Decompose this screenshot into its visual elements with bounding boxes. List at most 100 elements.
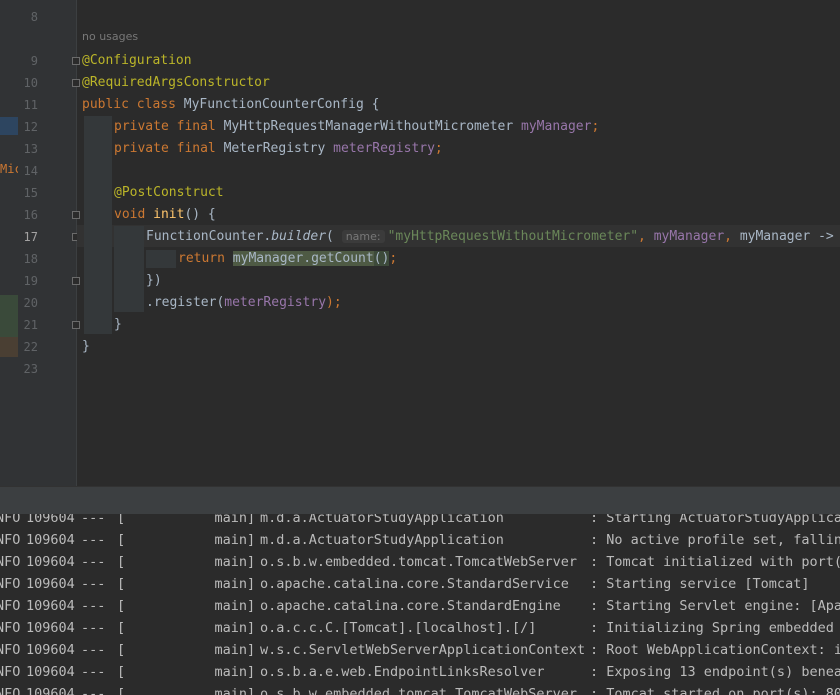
- line-number: 11: [23, 98, 38, 112]
- code-line-20[interactable]: .register(meterRegistry);: [146, 292, 342, 314]
- log-pid: 109604: [26, 664, 75, 680]
- log-thread: [ main]: [117, 532, 256, 548]
- log-level: NFO: [0, 576, 21, 592]
- log-message: : Initializing Spring embedded W: [590, 620, 840, 636]
- line-number: 16: [23, 208, 38, 222]
- annotation-token: @Configuration: [82, 53, 192, 68]
- log-thread: [ main]: [117, 664, 256, 680]
- field-token: meterRegistry: [224, 295, 327, 310]
- line-number: 9: [30, 54, 38, 68]
- log-separator: ---: [81, 598, 106, 614]
- log-level: NFO: [0, 554, 21, 570]
- fold-toggle-icon[interactable]: [72, 321, 80, 329]
- strip-change-marker: [0, 295, 18, 337]
- arrow-token: ->: [818, 229, 834, 244]
- log-thread: [ main]: [117, 642, 256, 658]
- log-message: : Starting Servlet engine: [Apac: [590, 598, 840, 614]
- line-number: 19: [23, 274, 38, 288]
- string-token: "myHttpRequestWithoutMicrometer": [387, 229, 639, 244]
- log-message: : Tomcat initialized with port(s: [590, 554, 840, 570]
- log-separator: ---: [81, 514, 106, 526]
- fold-toggle-icon[interactable]: [72, 277, 80, 285]
- code-line-22[interactable]: }: [82, 336, 90, 358]
- log-message: : Tomcat started on port(s): 80: [590, 686, 840, 695]
- log-thread: [ main]: [117, 576, 256, 592]
- method-name-token: init: [153, 207, 185, 222]
- log-level: NFO: [0, 532, 21, 548]
- keyword-token: private: [114, 141, 169, 156]
- line-number: 23: [23, 362, 38, 376]
- type-token: MeterRegistry: [223, 141, 326, 156]
- line-number: 8: [30, 10, 38, 24]
- code-line-12[interactable]: private final MyHttpRequestManagerWithou…: [114, 116, 599, 138]
- annotation-token: @PostConstruct: [114, 185, 224, 200]
- log-logger: o.apache.catalina.core.StandardEngine: [260, 598, 561, 614]
- log-level: NFO: [0, 598, 21, 614]
- code-line-10[interactable]: @RequiredArgsConstructor: [82, 72, 270, 94]
- log-separator: ---: [81, 686, 106, 695]
- tool-window-divider[interactable]: [0, 486, 840, 516]
- code-line-13[interactable]: private final MeterRegistry meterRegistr…: [114, 138, 443, 160]
- strip-change-marker: [0, 337, 18, 357]
- line-number: 14: [23, 164, 38, 178]
- brace-token: }): [146, 273, 162, 288]
- usages-hint[interactable]: no usages: [82, 30, 138, 43]
- log-pid: 109604: [26, 642, 75, 658]
- code-line-11[interactable]: public class MyFunctionCounterConfig {: [82, 94, 379, 116]
- log-thread: [ main]: [117, 554, 256, 570]
- comma-token: ,: [724, 229, 732, 244]
- keyword-token: public: [82, 97, 129, 112]
- log-pid: 109604: [26, 514, 75, 526]
- highlighted-expression: myManager.getCount: [232, 251, 374, 266]
- log-thread: [ main]: [117, 514, 256, 526]
- brace-token: }: [82, 339, 90, 354]
- run-console[interactable]: NFO 109604 ---[ main] m.d.a.ActuatorStudyAp…: [0, 514, 840, 695]
- log-separator: ---: [81, 576, 106, 592]
- keyword-token: private: [114, 119, 169, 134]
- code-line-17[interactable]: FunctionCounter.builder( name: "myHttpReq…: [146, 226, 834, 248]
- punctuation-token: () {: [184, 207, 216, 222]
- log-logger: o.s.b.w.embedded.tomcat.TomcatWebServer: [260, 686, 577, 695]
- line-number: 10: [23, 76, 38, 90]
- log-pid: 109604: [26, 686, 75, 695]
- code-line-15[interactable]: @PostConstruct: [114, 182, 224, 204]
- log-logger: m.d.a.ActuatorStudyApplication: [260, 532, 504, 548]
- code-line-18[interactable]: return myManager.getCount();: [178, 248, 397, 270]
- keyword-token: return: [178, 251, 225, 266]
- log-message: : Root WebApplicationContext: in: [590, 642, 840, 658]
- line-number: 20: [23, 296, 38, 310]
- log-pid: 109604: [26, 576, 75, 592]
- log-level: NFO: [0, 642, 21, 658]
- log-logger: m.d.a.ActuatorStudyApplication: [260, 514, 504, 526]
- log-message: : No active profile set, fallin: [590, 532, 840, 548]
- code-line-16[interactable]: void init() {: [114, 204, 216, 226]
- log-separator: ---: [81, 532, 106, 548]
- log-pid: 109604: [26, 620, 75, 636]
- code-line-21[interactable]: }: [114, 314, 122, 336]
- strip-selection-marker: [0, 117, 18, 135]
- punctuation-token: );: [326, 295, 342, 310]
- class-name-token: FunctionCounter: [146, 229, 264, 244]
- fold-toggle-icon[interactable]: [72, 211, 80, 219]
- fold-toggle-icon[interactable]: [72, 79, 80, 87]
- code-line-9[interactable]: @Configuration: [82, 50, 192, 72]
- fold-toggle-icon[interactable]: [72, 57, 80, 65]
- keyword-token: final: [176, 141, 216, 156]
- log-separator: ---: [81, 554, 106, 570]
- field-token: myManager: [653, 229, 725, 244]
- brace-token: }: [114, 317, 122, 332]
- keyword-token: final: [176, 119, 216, 134]
- project-tool-strip: Mic: [0, 0, 22, 486]
- line-number: 13: [23, 142, 38, 156]
- log-level: NFO: [0, 514, 21, 526]
- log-message: : Exposing 13 endpoint(s) beneat: [590, 664, 840, 680]
- code-editor[interactable]: Mic 8 9 10 11 12 13 14 15 16 17 18 19 20…: [0, 0, 840, 486]
- keyword-token: class: [136, 97, 176, 112]
- log-pid: 109604: [26, 554, 75, 570]
- field-token: myManager: [521, 119, 592, 134]
- code-line-19[interactable]: }): [146, 270, 162, 292]
- semicolon-token: ;: [434, 141, 443, 156]
- line-number: 18: [23, 252, 38, 266]
- method-call-token: .register(: [146, 295, 225, 310]
- log-level: NFO: [0, 620, 21, 636]
